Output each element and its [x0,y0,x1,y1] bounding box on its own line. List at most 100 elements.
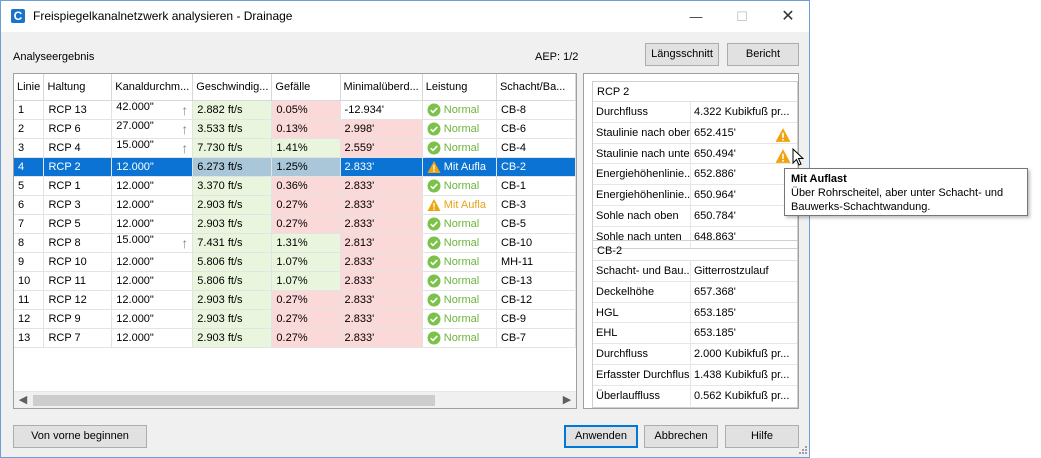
table-row[interactable]: 12 RCP 9 12.000" 2.903 ft/s 0.27% 2.833' Norma… [14,309,576,329]
tooltip-title: Mit Auflast [791,173,847,185]
maximize-icon[interactable]: ☐ [719,1,765,32]
scroll-right-icon[interactable]: ▶ [560,393,574,407]
cell-leistung: Normal [422,100,497,120]
scroll-left-icon[interactable]: ◀ [16,393,30,407]
close-icon[interactable]: ✕ [765,1,811,32]
tooltip: Mit Auflast Über Rohrscheitel, aber unte… [784,168,1028,216]
column-header[interactable]: Leistung [422,74,497,101]
property-value: 653.185' [691,323,797,343]
cell-durchmesser: 12.000" [111,252,194,272]
check-circle-icon [427,122,444,135]
help-button[interactable]: Hilfe [725,425,799,448]
property-value: 650.494' [691,144,797,164]
cell-linie: 3 [14,138,45,158]
cell-gefaelle: 0.27% [271,195,341,215]
table-row[interactable]: 3 RCP 4 15.000" ↑ 7.730 ft/s 1.41% 2.559' Norma… [14,138,576,158]
scrollbar-thumb[interactable] [33,395,435,406]
cell-geschwindigkeit: 2.903 ft/s [192,195,273,215]
column-header[interactable]: Minimalüberd... [340,74,423,101]
cell-schacht: CB-4 [496,138,576,158]
column-header[interactable]: Gefälle [271,74,341,101]
apply-button[interactable]: Anwenden [564,425,638,448]
property-value: Gitterrostzulauf [691,261,797,281]
property-key: Staulinie nach oben [593,122,691,143]
property-row: Energiehöhenlinie... 650.964' [593,185,797,206]
cell-leistung: Normal [422,138,497,158]
check-circle-icon [427,274,444,287]
cell-schacht: CB-6 [496,119,576,139]
leistung-status: Normal [443,141,480,154]
table-row[interactable]: 9 RCP 10 12.000" 5.806 ft/s 1.07% 2.833' Norma… [14,252,576,272]
cancel-button[interactable]: Abbrechen [644,425,718,448]
laengsschnitt-button[interactable]: Längsschnitt [645,43,719,66]
table-row[interactable]: 11 RCP 12 12.000" 2.903 ft/s 0.27% 2.833' Norm… [14,290,576,310]
column-header[interactable]: Haltung [43,74,113,101]
durchmesser-value: 12.000" [116,274,154,287]
property-value-text: 653.185' [694,327,736,340]
cell-leistung: Normal [422,176,497,196]
table-row[interactable]: 8 RCP 8 15.000" ↑ 7.431 ft/s 1.31% 2.813' Norma… [14,233,576,253]
leistung-status: Normal [443,312,480,325]
cell-linie: 13 [14,328,45,348]
property-row: Durchfluss 2.000 Kubikfuß pr... [593,344,797,365]
durchmesser-value: 12.000" [116,255,154,268]
horizontal-scrollbar[interactable]: ◀ ▶ [14,391,576,408]
property-value-text: 650.964' [694,189,736,202]
property-value: 657.368' [691,282,797,302]
durchmesser-value: 12.000" [116,198,154,211]
durchmesser-value: 27.000" [116,119,154,132]
cell-linie: 1 [14,100,45,120]
cell-haltung: RCP 8 [43,233,113,253]
cell-minimalueberdeckung: 2.833' [340,328,423,348]
table-row[interactable]: 2 RCP 6 27.000" ↑ 3.533 ft/s 0.13% 2.998' Norma… [14,119,576,139]
column-header[interactable]: Schacht/Ba... [496,74,576,101]
property-row: Überlauffluss 0.562 Kubikfuß pr... [593,385,797,407]
column-header[interactable]: Linie [14,74,45,101]
cell-durchmesser: 12.000" [111,214,194,234]
property-value: 1.438 Kubikfuß pr... [691,365,797,385]
resize-grip-icon[interactable] [794,443,808,457]
restart-button[interactable]: Von vorne beginnen [13,425,147,448]
check-circle-icon [427,331,444,344]
cell-linie: 8 [14,233,45,253]
cell-schacht: CB-2 [496,157,576,177]
table-row[interactable]: 4 RCP 2 12.000" 6.273 ft/s 1.25% 2.833' Mit Au… [14,157,576,177]
column-header[interactable]: Geschwindig... [192,74,273,101]
table-row[interactable]: 7 RCP 5 12.000" 2.903 ft/s 0.27% 2.833' Normal… [14,214,576,234]
cell-geschwindigkeit: 5.806 ft/s [192,271,273,291]
check-circle-icon [427,217,444,230]
cell-durchmesser: 15.000" ↑ [111,233,194,253]
cell-schacht: CB-5 [496,214,576,234]
cell-haltung: RCP 7 [43,328,113,348]
cell-minimalueberdeckung: 2.833' [340,309,423,329]
minimize-icon[interactable]: — [673,1,719,32]
arrow-up-icon: ↑ [181,101,189,118]
check-circle-icon [427,293,444,306]
cell-haltung: RCP 1 [43,176,113,196]
check-circle-icon [427,236,444,249]
bericht-button[interactable]: Bericht [727,43,799,66]
cell-linie: 7 [14,214,45,234]
table-row[interactable]: 13 RCP 7 12.000" 2.903 ft/s 0.27% 2.833' Norma… [14,328,576,348]
cell-haltung: RCP 3 [43,195,113,215]
arrow-up-icon: ↑ [181,234,189,251]
property-key: Staulinie nach unten [593,143,691,164]
cell-haltung: RCP 12 [43,290,113,310]
property-key: Erfasster Durchfluss [593,364,691,385]
analysis-label: Analyseergebnis [13,51,95,63]
cell-gefaelle: 0.27% [271,214,341,234]
cell-gefaelle: 0.13% [271,119,341,139]
table-row[interactable]: 1 RCP 13 42.000" ↑ 2.882 ft/s 0.05% -12.934' No… [14,100,576,120]
pipe-properties: RCP 2 Durchfluss 4.322 Kubikfuß pr... Stau… [592,81,798,249]
property-key: Deckelhöhe [593,281,691,302]
warning-icon[interactable] [775,125,794,143]
column-header[interactable]: Kanaldurchm... [111,74,194,101]
durchmesser-value: 12.000" [116,160,154,173]
property-value-text: 653.185' [694,306,736,319]
table-row[interactable]: 6 RCP 3 12.000" 2.903 ft/s 0.27% 2.833' Mit Au… [14,195,576,215]
cell-minimalueberdeckung: 2.559' [340,138,423,158]
table-row[interactable]: 10 RCP 11 12.000" 5.806 ft/s 1.07% 2.833' Norm… [14,271,576,291]
cell-linie: 5 [14,176,45,196]
property-key: Überlauffluss [593,385,691,407]
table-row[interactable]: 5 RCP 1 12.000" 3.370 ft/s 0.36% 2.833' Normal… [14,176,576,196]
